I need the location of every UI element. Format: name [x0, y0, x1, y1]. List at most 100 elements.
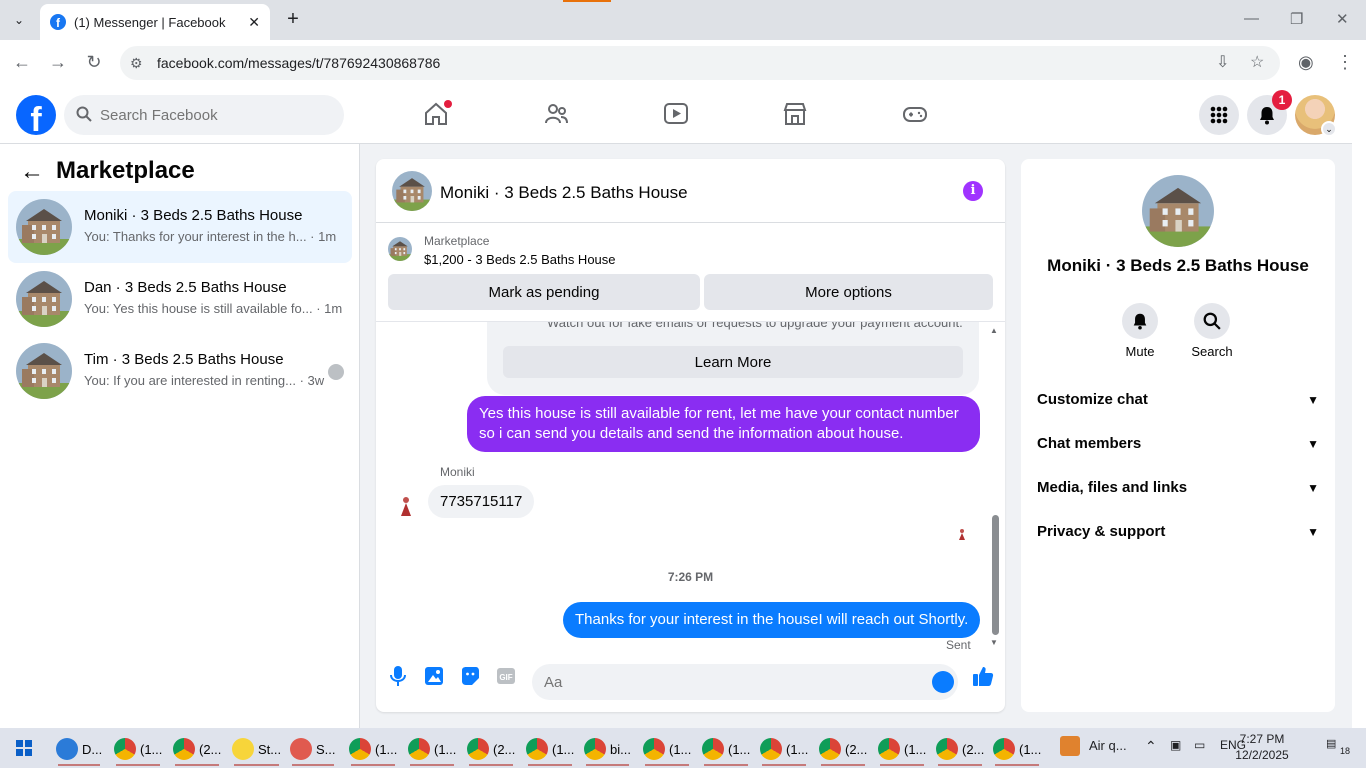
chat-avatar[interactable] — [392, 171, 432, 211]
mark-as-pending-button[interactable]: Mark as pending — [388, 274, 700, 310]
gaming-icon[interactable] — [900, 99, 930, 129]
chrome-menu-icon[interactable]: ⋮ — [1336, 52, 1354, 73]
weather-icon[interactable] — [1060, 736, 1080, 756]
microphone-icon[interactable] — [387, 665, 409, 687]
taskbar-item[interactable]: D... — [56, 732, 102, 766]
facebook-search[interactable] — [64, 95, 344, 135]
taskbar-item[interactable]: (1... — [349, 732, 397, 766]
section-label: Media, files and links — [1037, 479, 1188, 496]
taskbar-item[interactable]: (1... — [993, 732, 1041, 766]
windows-start-icon[interactable] — [16, 740, 32, 756]
taskbar-item-label: (1... — [786, 741, 809, 757]
taskbar-item[interactable]: (1... — [878, 732, 926, 766]
chat-members-section[interactable]: Chat members ▼ — [1029, 423, 1327, 467]
taskbar-item[interactable]: (1... — [760, 732, 808, 766]
notification-badge: 1 — [1272, 90, 1292, 110]
tray-network-icon[interactable]: ▭ — [1194, 738, 1205, 752]
install-app-icon[interactable]: ⇩ — [1216, 52, 1229, 72]
notification-center-count: 18 — [1340, 746, 1351, 756]
gif-icon[interactable]: GIF — [495, 665, 517, 687]
taskbar-item[interactable]: (1... — [526, 732, 574, 766]
taskbar-item[interactable]: (2... — [467, 732, 515, 766]
scroll-up-icon[interactable]: ▲ — [990, 326, 998, 335]
chat-info-avatar[interactable] — [1142, 175, 1214, 247]
taskbar-item[interactable]: (2... — [173, 732, 221, 766]
sticky-notes-icon — [232, 738, 254, 760]
running-indicator — [410, 764, 455, 766]
bookmark-star-icon[interactable]: ☆ — [1250, 52, 1264, 72]
listing-price[interactable]: $1,200 - 3 Beds 2.5 Baths House — [424, 252, 616, 267]
clock-time: 7:27 PM — [1239, 732, 1285, 746]
taskbar-item[interactable]: (1... — [114, 732, 162, 766]
new-tab-icon[interactable]: + — [282, 8, 304, 30]
close-tab-icon[interactable]: ✕ — [248, 14, 260, 31]
search-input[interactable] — [100, 95, 330, 135]
taskbar-item[interactable]: bi... — [584, 732, 631, 766]
outgoing-message[interactable]: Thanks for your interest in the houseI w… — [563, 602, 981, 638]
seen-avatar-icon — [328, 364, 344, 380]
customize-chat-section[interactable]: Customize chat ▼ — [1029, 379, 1327, 423]
marketplace-icon[interactable] — [780, 99, 810, 129]
forward-icon[interactable]: → — [46, 52, 70, 73]
account-chevron-icon[interactable]: ⌄ — [1321, 121, 1337, 137]
facebook-logo-icon[interactable]: f — [16, 95, 56, 135]
taskbar-item[interactable]: (2... — [819, 732, 867, 766]
incoming-message[interactable]: 7735715117 — [428, 485, 535, 518]
taskbar-item[interactable]: St... — [232, 732, 281, 766]
browser-tab-active[interactable]: f (1) Messenger | Facebook ✕ — [40, 4, 270, 40]
conversation-moniki[interactable]: Moniki · 3 Beds 2.5 Baths House You: Tha… — [8, 191, 352, 263]
taskbar-item[interactable]: (1... — [643, 732, 691, 766]
running-indicator — [175, 764, 220, 766]
back-icon[interactable]: ← — [10, 52, 34, 73]
sticker-icon[interactable] — [459, 665, 481, 687]
scroll-down-icon[interactable]: ▼ — [990, 638, 998, 647]
thumbs-up-icon[interactable] — [972, 665, 994, 687]
sender-avatar-icon[interactable] — [396, 494, 416, 518]
chrome-icon — [993, 738, 1015, 760]
minimize-icon[interactable]: — — [1244, 10, 1259, 27]
site-info-icon[interactable]: ⚙ — [130, 55, 143, 72]
chrome-icon — [878, 738, 900, 760]
photo-icon[interactable] — [423, 665, 445, 687]
tray-display-icon[interactable]: ▣ — [1170, 738, 1181, 752]
close-window-icon[interactable]: ✕ — [1336, 10, 1349, 28]
info-icon[interactable]: i — [963, 181, 983, 201]
reload-icon[interactable]: ↻ — [82, 52, 106, 73]
running-indicator — [762, 764, 807, 766]
conversation-tim[interactable]: Tim · 3 Beds 2.5 Baths House You: If you… — [8, 335, 352, 407]
taskbar-item[interactable]: S... — [290, 732, 336, 766]
tab-search-chevron-icon[interactable]: ⌄ — [6, 7, 32, 33]
restore-icon[interactable]: ❐ — [1290, 10, 1303, 28]
page-scrollbar[interactable] — [1352, 86, 1366, 728]
emoji-icon[interactable] — [932, 671, 954, 693]
learn-more-button[interactable]: Learn More — [503, 346, 963, 378]
notification-center-icon[interactable]: ▤ — [1326, 737, 1336, 750]
friends-icon[interactable] — [541, 99, 571, 129]
tray-overflow-icon[interactable]: ⌃ — [1145, 738, 1157, 755]
running-indicator — [586, 764, 629, 766]
mute-button[interactable]: Mute — [1110, 303, 1170, 359]
search-in-chat-button[interactable]: Search — [1182, 303, 1242, 359]
taskbar-item[interactable]: (2... — [936, 732, 984, 766]
warning-text: Watch out for fake emails or requests to… — [547, 321, 963, 330]
profile-icon[interactable]: ◉ — [1298, 52, 1314, 73]
address-bar[interactable]: ⚙ facebook.com/messages/t/78769243086878… — [120, 46, 1280, 80]
system-clock[interactable]: 7:27 PM 12/2/2025 — [1230, 731, 1294, 763]
media-files-links-section[interactable]: Media, files and links ▼ — [1029, 467, 1327, 511]
taskbar-item[interactable]: (1... — [702, 732, 750, 766]
more-options-button[interactable]: More options — [704, 274, 993, 310]
outgoing-message[interactable]: Yes this house is still available for re… — [467, 396, 980, 452]
listing-thumbnail[interactable] — [388, 237, 412, 261]
weather-label[interactable]: Air q... — [1089, 738, 1127, 753]
menu-grid-icon[interactable] — [1199, 95, 1239, 135]
chrome-icon — [760, 738, 782, 760]
message-thread[interactable]: Watch out for fake emails or requests to… — [376, 321, 1005, 651]
taskbar-item[interactable]: (1... — [408, 732, 456, 766]
conversation-dan[interactable]: Dan · 3 Beds 2.5 Baths House You: Yes th… — [8, 263, 352, 335]
back-arrow-icon[interactable]: ← — [20, 158, 44, 186]
thread-scrollbar[interactable] — [992, 515, 999, 635]
privacy-support-section[interactable]: Privacy & support ▼ — [1029, 511, 1327, 555]
watch-video-icon[interactable] — [661, 99, 691, 129]
message-input[interactable] — [532, 664, 958, 700]
chat-title[interactable]: Moniki · 3 Beds 2.5 Baths House — [440, 183, 688, 203]
